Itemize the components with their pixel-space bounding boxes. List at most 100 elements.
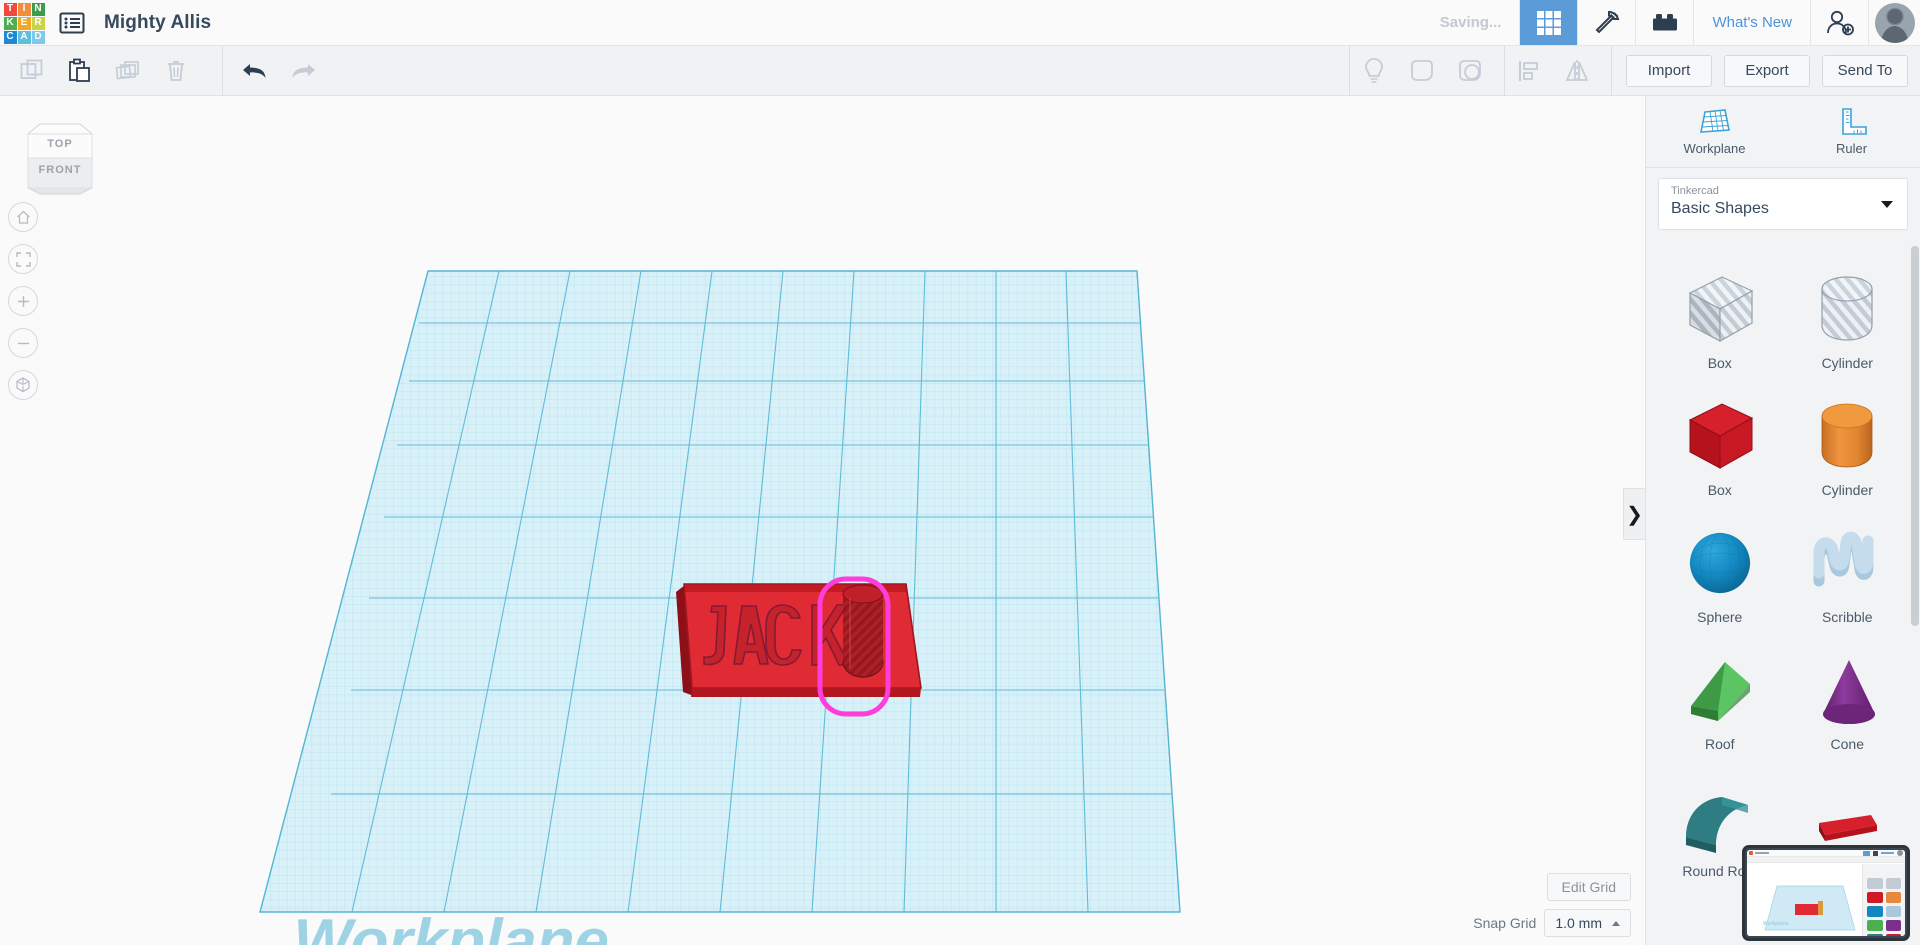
send-to-button[interactable]: Send To: [1822, 55, 1908, 87]
lego-brick-icon: [1651, 12, 1679, 34]
group-shapes-icon: [1408, 57, 1436, 85]
import-button[interactable]: Import: [1626, 55, 1712, 87]
shape-box[interactable]: Box: [1656, 379, 1784, 504]
shapes-scroll-area[interactable]: Box Cylinder: [1646, 244, 1920, 945]
snap-grid-row: Snap Grid 1.0 mm: [1473, 909, 1631, 937]
ruler-icon: [1835, 107, 1869, 137]
copy-icon: [19, 58, 45, 84]
logo-letter: A: [18, 31, 31, 44]
fit-view-button[interactable]: [8, 244, 38, 274]
library-value: Basic Shapes: [1671, 198, 1895, 220]
ruler-tool-label: Ruler: [1836, 141, 1867, 156]
shape-cylinder-hole[interactable]: Cylinder: [1784, 252, 1912, 377]
shape-scribble[interactable]: Scribble: [1784, 506, 1912, 631]
page-title: Mighty Allis: [98, 0, 211, 45]
zoom-in-button[interactable]: [8, 286, 38, 316]
zoom-out-button[interactable]: [8, 328, 38, 358]
person-add-icon[interactable]: [1810, 0, 1868, 45]
delete-button[interactable]: [152, 46, 200, 96]
paste-button[interactable]: [56, 46, 104, 96]
learn-hammer-button[interactable]: [1577, 0, 1635, 45]
trash-icon: [163, 58, 189, 84]
shapes-panel: Workplane Ruler Tinkercad Basic Shapes: [1645, 96, 1920, 945]
shape-box-hole[interactable]: Box: [1656, 252, 1784, 377]
workplane-tool[interactable]: Workplane: [1646, 96, 1783, 167]
logo-letter: D: [32, 31, 45, 44]
panel-tools-row: Workplane Ruler: [1646, 96, 1920, 168]
mirror-flip-icon: [1563, 58, 1591, 84]
viewcube-front-label[interactable]: FRONT: [22, 164, 98, 176]
thumb-workplane-label: Workplane: [1763, 921, 1788, 927]
ruler-tool[interactable]: Ruler: [1783, 96, 1920, 167]
logo-letter: C: [4, 31, 17, 44]
shape-label: Box: [1708, 482, 1732, 498]
minus-icon: [15, 335, 32, 352]
panel-scrollbar[interactable]: [1911, 246, 1919, 626]
cone-art: [1784, 646, 1912, 734]
logo-letter: K: [4, 17, 17, 30]
sphere-art: [1656, 519, 1784, 607]
shapes-grid: Box Cylinder: [1646, 244, 1920, 885]
logo-letter: R: [32, 17, 45, 30]
lightbulb-button[interactable]: [1350, 46, 1398, 96]
hammer-pick-icon: [1593, 9, 1621, 37]
duplicate-button[interactable]: [104, 46, 152, 96]
tinkercad-app: T I N K E R C A D Mighty Allis: [0, 0, 1920, 945]
home-icon: [15, 209, 32, 226]
snap-grid-label: Snap Grid: [1473, 915, 1536, 931]
chevron-down-icon: [1881, 201, 1893, 208]
workplane-tool-label: Workplane: [1684, 141, 1746, 156]
undo-arrow-icon: [240, 59, 270, 83]
redo-button[interactable]: [279, 46, 327, 96]
workplane-canvas[interactable]: Workplane: [0, 96, 1645, 945]
mirror-button[interactable]: [1553, 46, 1601, 96]
copy-button[interactable]: [8, 46, 56, 96]
cylinder-art: [1784, 392, 1912, 480]
logo-letter: T: [4, 3, 17, 16]
caret-up-icon: [1612, 921, 1620, 926]
viewcube-top-label[interactable]: TOP: [22, 138, 98, 150]
group-button[interactable]: [1398, 46, 1446, 96]
snap-grid-value: 1.0 mm: [1555, 915, 1602, 931]
shape-label: Box: [1708, 355, 1732, 371]
roof-art: [1656, 646, 1784, 734]
user-avatar[interactable]: [1868, 0, 1920, 45]
3d-viewport[interactable]: Workplane: [0, 96, 1645, 945]
cylinder-hole-art: [1784, 265, 1912, 353]
home-view-button[interactable]: [8, 202, 38, 232]
ungroup-button[interactable]: [1446, 46, 1494, 96]
gallery-grid-button[interactable]: [1519, 0, 1577, 45]
shape-label: Cylinder: [1822, 482, 1873, 498]
logo-letter: I: [18, 3, 31, 16]
duplicate-icon: [115, 58, 141, 84]
blocks-button[interactable]: [1635, 0, 1693, 45]
shape-library-select[interactable]: Tinkercad Basic Shapes: [1658, 178, 1908, 230]
whats-new-link[interactable]: What's New: [1693, 0, 1810, 45]
scribble-art: [1784, 519, 1912, 607]
top-bar: T I N K E R C A D Mighty Allis: [0, 0, 1920, 46]
plus-icon: [15, 293, 32, 310]
ortho-perspective-button[interactable]: [8, 370, 38, 400]
export-button[interactable]: Export: [1724, 55, 1810, 87]
shape-cylinder[interactable]: Cylinder: [1784, 379, 1912, 504]
logo-letter: N: [32, 3, 45, 16]
list-menu-icon[interactable]: [46, 0, 98, 45]
topbar-spacer: [211, 0, 1440, 45]
preview-thumbnail[interactable]: Workplane: [1742, 845, 1910, 941]
undo-button[interactable]: [231, 46, 279, 96]
view-cube[interactable]: TOP FRONT: [22, 116, 98, 198]
cube-view-icon: [14, 376, 32, 394]
shape-cone[interactable]: Cone: [1784, 633, 1912, 758]
clipboard-paste-icon: [67, 58, 93, 84]
align-button[interactable]: [1505, 46, 1553, 96]
tinkercad-logo[interactable]: T I N K E R C A D: [0, 0, 46, 46]
model-nameplate: [676, 579, 921, 714]
shape-sphere[interactable]: Sphere: [1656, 506, 1784, 631]
toolbar-divider: [1611, 46, 1612, 96]
snap-grid-select[interactable]: 1.0 mm: [1544, 909, 1631, 937]
edit-grid-button[interactable]: Edit Grid: [1547, 873, 1631, 901]
panel-collapse-handle[interactable]: ❯: [1623, 488, 1645, 540]
shape-roof[interactable]: Roof: [1656, 633, 1784, 758]
shape-label: Scribble: [1822, 609, 1873, 625]
grid-3x3-icon: [1536, 10, 1562, 36]
